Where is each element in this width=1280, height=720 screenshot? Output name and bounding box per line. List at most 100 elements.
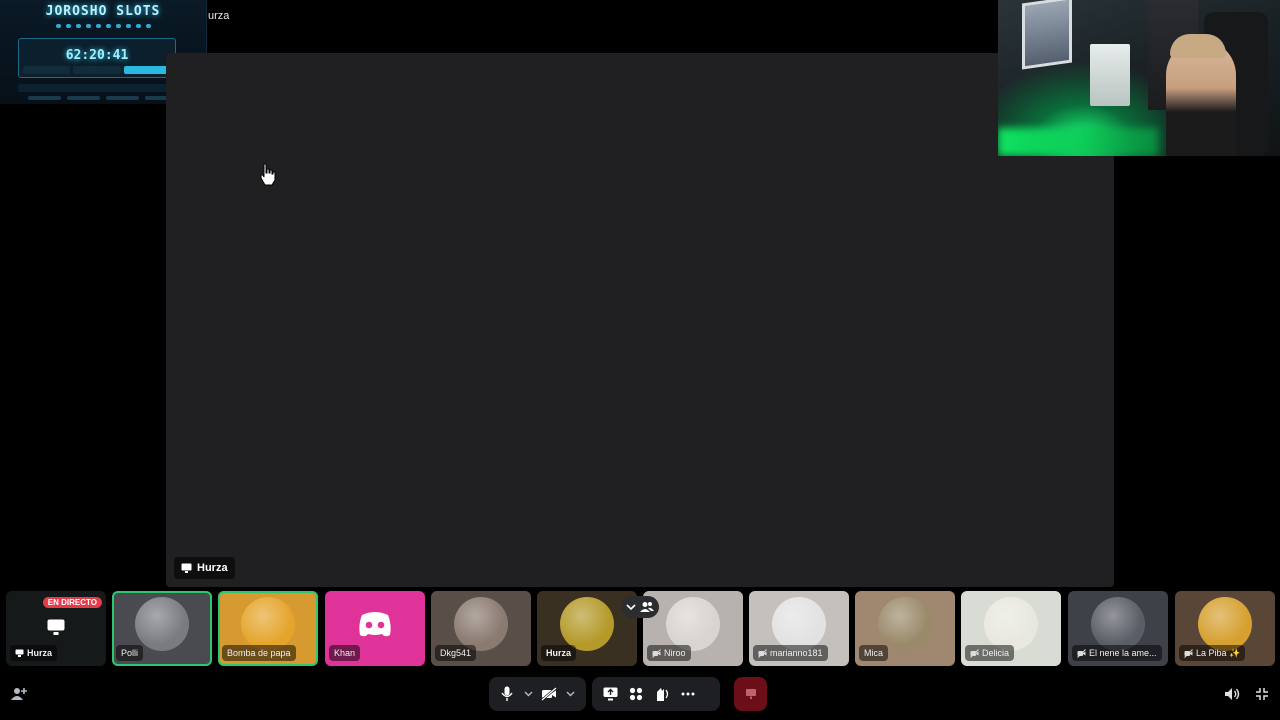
- discord-logo-icon: [348, 597, 402, 651]
- microphone-button[interactable]: [495, 682, 519, 706]
- participant-label: Hurza: [10, 645, 58, 661]
- cam-fridge: [1090, 44, 1130, 106]
- microphone-icon: [501, 686, 513, 701]
- participant-tile[interactable]: Khan: [325, 591, 425, 666]
- participant-label: Hurza: [541, 645, 577, 661]
- participant-label: Dkg541: [435, 645, 477, 661]
- avatar: [984, 597, 1038, 651]
- people-icon: [640, 602, 654, 612]
- camera-button[interactable]: [537, 682, 561, 706]
- screen-share-small-icon: [15, 649, 24, 657]
- participant-label: Khan: [329, 645, 361, 661]
- participant-label: La Piba ✨: [1179, 645, 1246, 661]
- stream-name-tag: Hurza: [174, 557, 235, 579]
- participant-name: Polli: [121, 648, 139, 658]
- participant-name: Hurza: [546, 648, 572, 658]
- overlay-tabs: [23, 66, 171, 74]
- participant-name: La Piba ✨: [1196, 647, 1241, 658]
- avatar: [772, 597, 826, 651]
- cam-led-light: [998, 128, 1158, 156]
- hand-cursor-icon: [260, 163, 276, 186]
- camera-off-small-icon: [1077, 648, 1086, 658]
- camera-off-small-icon: [970, 648, 979, 658]
- participant-label: marianno181: [753, 645, 828, 661]
- avatar: [1198, 597, 1252, 651]
- chevron-down-icon: [566, 691, 574, 697]
- chevron-down-icon: [626, 603, 636, 610]
- avatar: [135, 597, 189, 651]
- participant-label: Niroo: [647, 645, 691, 661]
- timer-panel: 62:20:41: [18, 38, 176, 78]
- add-friend-icon[interactable]: [9, 684, 29, 704]
- overlay-title: JOROSHO SLOTS: [45, 4, 161, 19]
- participant-tile[interactable]: Bomba de papa: [218, 591, 318, 666]
- avatar: [241, 597, 295, 651]
- expand-participants-button[interactable]: [621, 596, 659, 618]
- camera-off-small-icon: [652, 648, 661, 658]
- chevron-down-icon: [524, 691, 532, 697]
- call-controls: [0, 672, 1280, 720]
- camera-off-small-icon: [758, 648, 767, 658]
- overlay-timer: 62:20:41: [65, 48, 129, 63]
- overlay-dots: [0, 24, 206, 28]
- participant-label: El nene la ame...: [1072, 645, 1162, 661]
- participant-tile[interactable]: Polli: [112, 591, 212, 666]
- participant-label: Bomba de papa: [222, 645, 296, 661]
- participant-tile[interactable]: La Piba ✨: [1175, 591, 1275, 666]
- audio-video-group: [489, 677, 586, 711]
- participant-tile[interactable]: Mica: [855, 591, 955, 666]
- avatar: [560, 597, 614, 651]
- camera-options-button[interactable]: [563, 682, 577, 706]
- more-options-button[interactable]: [676, 682, 700, 706]
- participant-label: Mica: [859, 645, 889, 661]
- window-title: urza: [208, 10, 230, 22]
- stream-name: Hurza: [197, 562, 228, 574]
- screen-share-button[interactable]: [598, 682, 622, 706]
- volume-button[interactable]: [1222, 684, 1242, 704]
- more-icon: [681, 692, 695, 696]
- cam-cap: [1170, 34, 1226, 58]
- participant-name: Hurza: [27, 648, 53, 658]
- exit-fullscreen-icon: [1256, 688, 1268, 700]
- participant-name: Mica: [864, 648, 884, 658]
- avatar: [666, 597, 720, 651]
- participant-name: Dkg541: [440, 648, 472, 658]
- exit-fullscreen-button[interactable]: [1252, 684, 1272, 704]
- participant-name: El nene la ame...: [1089, 648, 1157, 658]
- webcam-overlay: [998, 0, 1280, 156]
- avatar: [878, 597, 932, 651]
- camera-off-icon: [541, 687, 557, 701]
- participant-label: Delicia: [965, 645, 1015, 661]
- mic-options-button[interactable]: [521, 682, 535, 706]
- soundboard-button[interactable]: [650, 682, 674, 706]
- screen-share-icon: [603, 687, 617, 701]
- voice-channel-view: JOROSHO SLOTS 62:20:41 urza Hurza EN DIR: [0, 0, 1280, 720]
- volume-icon: [1225, 688, 1240, 700]
- participant-name: Delicia: [982, 648, 1010, 658]
- avatar: [1091, 597, 1145, 651]
- participant-tile[interactable]: marianno181: [749, 591, 849, 666]
- disconnect-icon: [745, 689, 756, 699]
- avatar: [454, 597, 508, 651]
- overlay-row: [28, 96, 178, 100]
- participant-name: Khan: [334, 648, 356, 658]
- screen-share-icon: [47, 619, 65, 635]
- participant-name: marianno181: [770, 648, 823, 658]
- overlay-bar: [18, 84, 176, 92]
- disconnect-button[interactable]: [734, 677, 767, 711]
- soundboard-icon: [657, 687, 669, 701]
- participant-tile[interactable]: Dkg541: [431, 591, 531, 666]
- activities-button[interactable]: [624, 682, 648, 706]
- participant-name: Niroo: [664, 648, 686, 658]
- participant-tile-live[interactable]: EN DIRECTO Hurza: [6, 591, 106, 666]
- participant-name: Bomba de papa: [227, 648, 291, 658]
- participant-tile[interactable]: Delicia: [961, 591, 1061, 666]
- actions-group: [592, 677, 720, 711]
- activities-icon: [629, 687, 643, 701]
- live-badge: EN DIRECTO: [42, 597, 102, 608]
- participant-label: Polli: [116, 645, 144, 661]
- participant-tile[interactable]: El nene la ame...: [1068, 591, 1168, 666]
- cam-window: [1022, 0, 1072, 70]
- screen-share-small-icon: [181, 563, 192, 573]
- stream-stage[interactable]: Hurza: [166, 53, 1114, 587]
